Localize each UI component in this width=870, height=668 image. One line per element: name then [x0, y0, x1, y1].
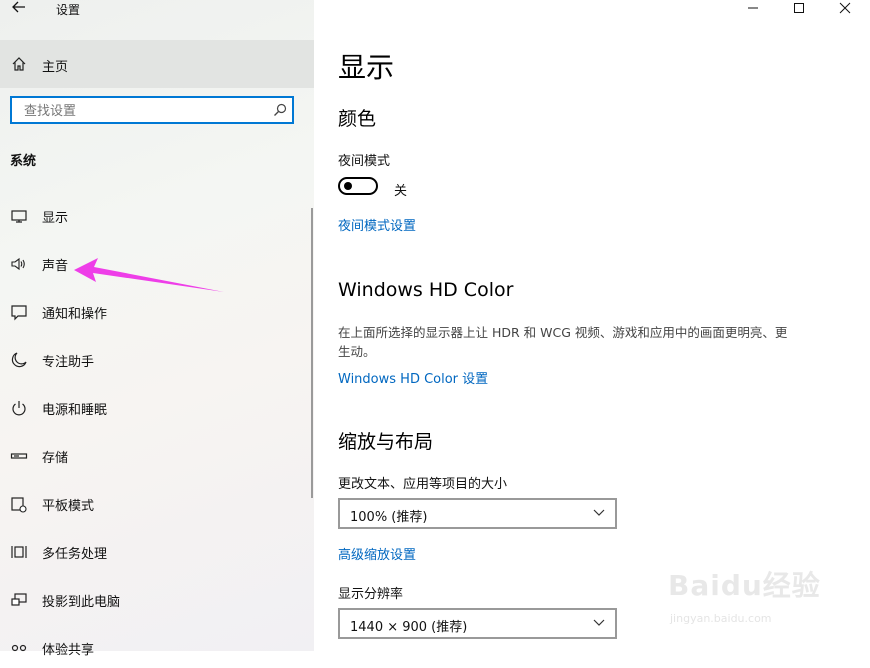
sidebar-item-label: 投影到此电脑 [42, 595, 121, 610]
storage-icon [10, 453, 28, 459]
chevron-down-icon [593, 509, 605, 516]
back-button[interactable] [9, 0, 29, 19]
close-button[interactable] [822, 0, 868, 20]
sidebar-item-label: 主页 [42, 60, 69, 75]
power-icon [12, 401, 26, 416]
scale-layout-heading: 缩放与布局 [338, 431, 434, 453]
sidebar-item-shared-experiences[interactable]: 体验共享 [0, 628, 310, 668]
window-controls [730, 0, 870, 20]
hd-color-description: 在上面所选择的显示器上让 HDR 和 WCG 视频、游戏和应用中的画面更明亮、更… [338, 325, 788, 359]
chevron-down-icon [593, 619, 605, 626]
project-icon [11, 593, 27, 606]
sidebar-item-focus-assist[interactable]: 专注助手 [0, 340, 310, 380]
monitor-icon [11, 210, 27, 223]
search-box[interactable] [10, 96, 294, 124]
annotation-arrow [74, 258, 224, 292]
watermark-logo-text: Baidu经验 [668, 569, 821, 602]
minimize-icon [748, 7, 758, 9]
close-icon [839, 2, 851, 14]
maximize-icon [794, 3, 804, 13]
scale-dropdown[interactable]: 100% (推荐) [338, 498, 617, 529]
sidebar-item-notifications[interactable]: 通知和操作 [0, 292, 310, 332]
tablet-icon [11, 497, 27, 513]
watermark-url: jingyan.baidu.com [670, 612, 772, 625]
title-bar: 设置 [0, 0, 314, 20]
notification-icon [11, 305, 27, 321]
sidebar-item-label: 平板模式 [42, 499, 95, 514]
baidu-watermark: Baidu经验 jingyan.baidu.com [660, 560, 830, 630]
multitask-icon [11, 546, 27, 558]
sidebar-item-display[interactable]: 显示 [0, 196, 310, 236]
scale-dropdown-value: 100% (推荐) [350, 510, 428, 525]
sidebar-scrollbar[interactable] [311, 208, 313, 498]
maximize-button[interactable] [776, 0, 822, 20]
sidebar-item-tablet-mode[interactable]: 平板模式 [0, 484, 310, 524]
share-icon [11, 644, 27, 652]
speaker-icon [11, 257, 25, 271]
advanced-scaling-link[interactable]: 高级缩放设置 [338, 544, 416, 563]
night-light-label: 夜间模式 [338, 154, 391, 169]
app-title: 设置 [56, 3, 81, 17]
sidebar-item-label: 专注助手 [42, 355, 95, 370]
night-light-toggle[interactable] [338, 177, 378, 195]
hd-color-settings-link[interactable]: Windows HD Color 设置 [338, 368, 488, 387]
main-content: 显示 颜色 夜间模式 关 夜间模式设置 Windows HD Color 在上面… [314, 0, 870, 651]
sidebar-item-label: 显示 [42, 211, 69, 226]
sidebar-item-multitasking[interactable]: 多任务处理 [0, 532, 310, 572]
night-light-settings-link[interactable]: 夜间模式设置 [338, 215, 416, 234]
toggle-knob [344, 182, 352, 190]
sidebar-item-home[interactable]: 主页 [0, 40, 314, 88]
moon-icon [11, 352, 27, 368]
page-title: 显示 [338, 51, 395, 84]
resolution-dropdown-value: 1440 × 900 (推荐) [350, 620, 468, 635]
home-icon [12, 57, 26, 71]
sidebar-item-power[interactable]: 电源和睡眠 [0, 388, 310, 428]
color-heading: 颜色 [338, 108, 377, 130]
back-arrow-icon [12, 1, 25, 13]
sidebar-item-label: 电源和睡眠 [42, 403, 108, 418]
sidebar-item-label: 存储 [42, 451, 69, 466]
section-heading-system: 系统 [10, 154, 37, 169]
sidebar-item-label: 通知和操作 [42, 307, 108, 322]
sidebar-item-label: 体验共享 [42, 643, 95, 658]
text-size-label: 更改文本、应用等项目的大小 [338, 477, 508, 492]
sidebar-item-project[interactable]: 投影到此电脑 [0, 580, 310, 620]
toggle-state-label: 关 [394, 184, 408, 199]
search-input[interactable] [22, 102, 266, 120]
resolution-label: 显示分辨率 [338, 587, 404, 602]
hd-color-heading: Windows HD Color [338, 279, 514, 301]
sidebar-item-label: 多任务处理 [42, 547, 108, 562]
minimize-button[interactable] [730, 0, 776, 20]
resolution-dropdown[interactable]: 1440 × 900 (推荐) [338, 608, 617, 639]
sidebar-item-storage[interactable]: 存储 [0, 436, 310, 476]
sidebar: 设置 主页 系统 显示 声音 通知和操作 专注助手 电源和睡眠 存储 平板模式 … [0, 0, 314, 658]
search-icon[interactable] [272, 102, 288, 118]
